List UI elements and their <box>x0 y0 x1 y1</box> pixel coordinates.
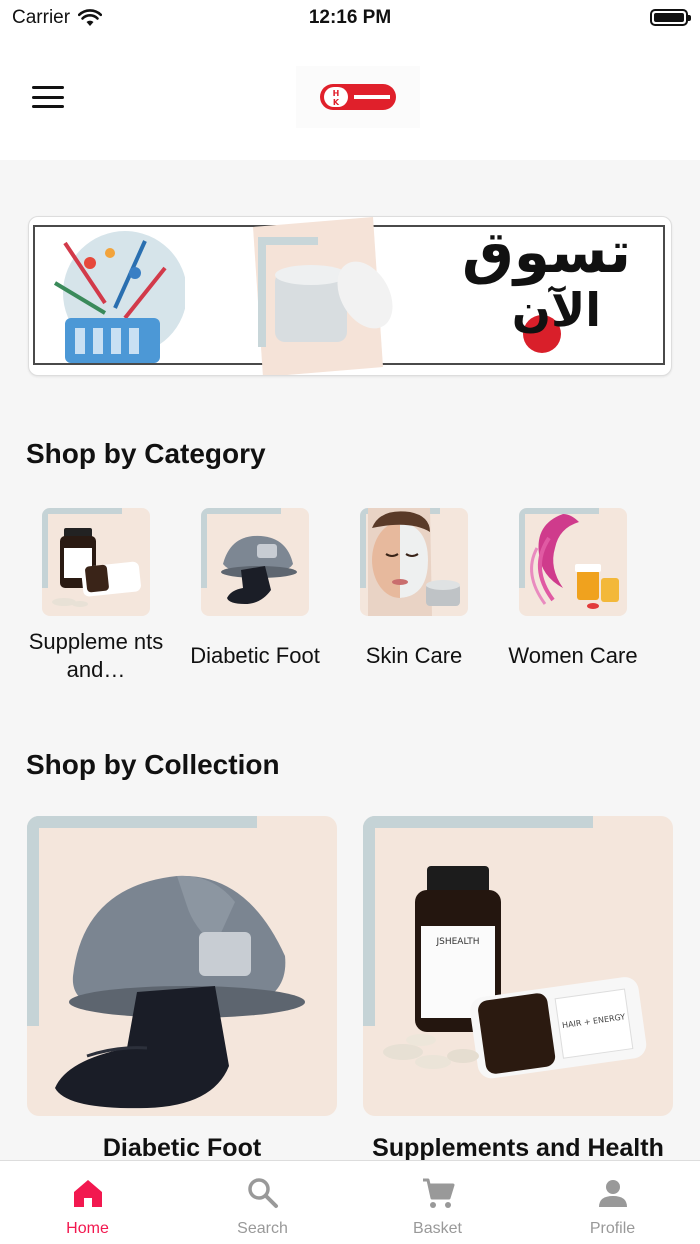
bottle-brand-label: JSHEALTH <box>435 937 479 947</box>
collection-supplements[interactable]: JSHEALTH HAIR + ENERGY Supplements and H… <box>363 816 673 1192</box>
tab-basket[interactable]: Basket <box>350 1161 525 1244</box>
category-skin-care[interactable]: Skin Care <box>344 508 484 684</box>
diabetic-shoe-sock-image <box>55 875 305 1109</box>
hamburger-line <box>32 86 64 89</box>
category-label: Suppleme nts and… <box>28 629 164 682</box>
tab-label: Search <box>237 1220 288 1237</box>
category-section-title: Shop by Category <box>26 438 266 469</box>
status-time: 12:16 PM <box>308 7 392 28</box>
banner-line-1: تسوق <box>461 218 631 286</box>
category-thumbnail <box>360 508 468 616</box>
collection-thumbnail <box>27 816 337 1116</box>
hamburger-line <box>32 95 64 99</box>
category-women-care[interactable]: Women Care <box>503 508 643 684</box>
svg-text:K: K <box>333 98 340 107</box>
status-bar: Carrier 12:16 PM <box>0 0 700 36</box>
tab-search[interactable]: Search <box>175 1161 350 1244</box>
collection-section-title: Shop by Collection <box>26 749 280 780</box>
category-label: Skin Care <box>365 643 463 668</box>
skin-care-face-image <box>368 508 460 616</box>
collection-thumbnail: JSHEALTH HAIR + ENERGY <box>363 816 673 1116</box>
promo-banner[interactable]: تسوق الآن <box>28 216 672 376</box>
medical-basket-illustration <box>53 231 185 363</box>
category-diabetic-foot[interactable]: Diabetic Foot <box>185 508 325 684</box>
menu-button[interactable] <box>30 82 66 112</box>
home-icon <box>70 1175 106 1211</box>
app-logo[interactable]: H K <box>296 66 420 128</box>
category-thumbnail <box>201 508 309 616</box>
cart-icon <box>420 1175 456 1211</box>
supplement-bottles-image <box>52 528 141 607</box>
banner-line-2: الآن <box>511 283 601 337</box>
logo-pill-icon: H K <box>320 84 396 110</box>
banner-headline: تسوق الآن <box>462 223 631 333</box>
category-supplements[interactable]: Suppleme nts and… <box>26 508 166 684</box>
tab-label: Home <box>66 1220 109 1237</box>
diabetic-shoe-image <box>221 535 297 604</box>
women-care-image <box>530 514 619 609</box>
tab-label: Basket <box>413 1220 462 1237</box>
hamburger-line <box>32 105 64 108</box>
search-icon <box>245 1175 281 1211</box>
category-thumbnail <box>42 508 150 616</box>
collection-diabetic-foot[interactable]: Diabetic Foot <box>27 816 337 1163</box>
category-label: Diabetic Foot <box>190 643 320 668</box>
collection-label: Diabetic Foot <box>102 1134 262 1162</box>
app-header: H K <box>0 36 700 160</box>
person-icon <box>595 1175 631 1211</box>
tab-profile[interactable]: Profile <box>525 1161 700 1244</box>
tab-home[interactable]: Home <box>0 1161 175 1244</box>
cream-jar-illustration <box>253 217 393 375</box>
tab-label: Profile <box>589 1220 636 1237</box>
supplement-bottles-image: JSHEALTH HAIR + ENERGY <box>383 866 647 1079</box>
category-label: Women Care <box>508 643 638 668</box>
tab-bar: Home Search Basket Profile <box>0 1160 700 1244</box>
battery-icon <box>650 9 691 26</box>
category-thumbnail <box>519 508 627 616</box>
svg-text:H: H <box>333 89 340 98</box>
